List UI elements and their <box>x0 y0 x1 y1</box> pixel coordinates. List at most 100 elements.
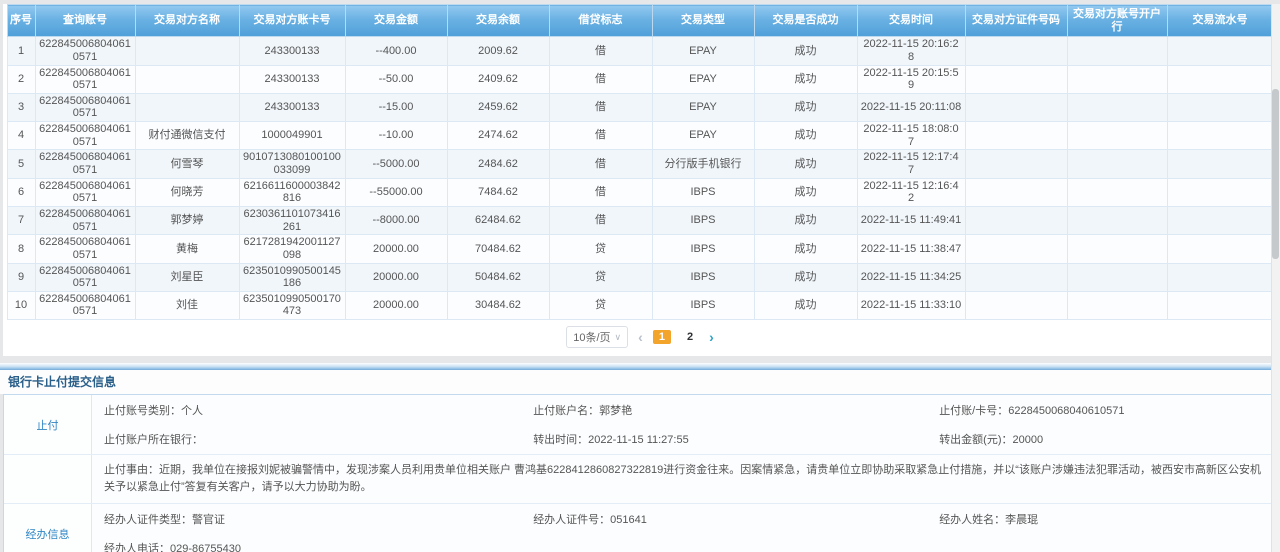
cell: 62484.62 <box>447 206 549 234</box>
cell: 3 <box>7 93 35 121</box>
cell <box>1167 235 1273 263</box>
cell: 50484.62 <box>447 263 549 291</box>
cell: 6235010990500145186 <box>239 263 345 291</box>
column-header: 借贷标志 <box>549 5 652 37</box>
transactions-section: 序号 查询账号 交易对方名称 交易对方账卡号 交易金额 交易余额 借贷标志 交易… <box>3 4 1277 356</box>
field-transfer-amount: 转出金额(元)：20000 <box>939 431 1264 447</box>
column-header: 交易对方证件号码 <box>965 5 1067 37</box>
page-number-1[interactable]: 1 <box>653 330 671 344</box>
stop-payment-reason-text: 止付事由：近期，我单位在接报刘妮被骗警情中，发现涉案人员利用贵单位相关账户 曹鸿… <box>92 455 1276 503</box>
cell <box>1067 206 1167 234</box>
cell <box>965 150 1067 178</box>
table-row: 26228450068040610571243300133--50.002409… <box>7 65 1273 93</box>
cell: 2022-11-15 11:49:41 <box>857 206 965 234</box>
cell <box>965 65 1067 93</box>
cell: 2022-11-15 20:11:08 <box>857 93 965 121</box>
column-header: 交易流水号 <box>1167 5 1273 37</box>
cell: 借 <box>549 178 652 206</box>
cell: 成功 <box>754 235 857 263</box>
stop-payment-fields-row: 止付 止付账号类别：个人 止付账户名：郭梦艳 止付账/卡号：6228450068… <box>4 395 1276 455</box>
cell <box>1167 122 1273 150</box>
cell: IBPS <box>652 206 754 234</box>
cell <box>135 65 239 93</box>
cell <box>1067 93 1167 121</box>
cell <box>965 263 1067 291</box>
field-account-type: 止付账号类别：个人 <box>104 402 533 418</box>
cell: EPAY <box>652 93 754 121</box>
zhifu-label: 止付 <box>4 395 92 454</box>
cell: --400.00 <box>345 37 447 65</box>
cell <box>965 37 1067 65</box>
cell: --15.00 <box>345 93 447 121</box>
cell: 6217281942001127098 <box>239 235 345 263</box>
cell: 成功 <box>754 263 857 291</box>
section-divider-bar <box>0 363 1280 370</box>
cell: 2022-11-15 12:16:42 <box>857 178 965 206</box>
field-operator-phone: 经办人电话：029-86755430 <box>104 540 533 552</box>
cell: 2022-11-15 11:38:47 <box>857 235 965 263</box>
stop-payment-section-title: 银行卡止付提交信息 <box>0 370 1280 394</box>
cell: 1000049901 <box>239 122 345 150</box>
cell: 9 <box>7 263 35 291</box>
cell <box>1067 122 1167 150</box>
cell: 2009.62 <box>447 37 549 65</box>
cell: 贷 <box>549 235 652 263</box>
cell: --5000.00 <box>345 150 447 178</box>
cell: EPAY <box>652 122 754 150</box>
cell: 20000.00 <box>345 291 447 319</box>
table-row: 66228450068040610571何晓芳62166116000038428… <box>7 178 1273 206</box>
page-number-2[interactable]: 2 <box>681 330 699 344</box>
cell: EPAY <box>652 37 754 65</box>
field-operator-cert-no: 经办人证件号：051641 <box>533 511 939 527</box>
table-header-row: 序号 查询账号 交易对方名称 交易对方账卡号 交易金额 交易余额 借贷标志 交易… <box>7 5 1273 37</box>
column-header: 查询账号 <box>35 5 135 37</box>
cell: --8000.00 <box>345 206 447 234</box>
cell: 20000.00 <box>345 235 447 263</box>
cell <box>965 235 1067 263</box>
cell: 6228450068040610571 <box>35 150 135 178</box>
reason-label-spacer <box>4 455 92 503</box>
field-account-bank: 止付账户所在银行： <box>104 431 533 447</box>
cell: 2 <box>7 65 35 93</box>
cell: 成功 <box>754 178 857 206</box>
cell <box>965 178 1067 206</box>
cell: 成功 <box>754 150 857 178</box>
cell: 2022-11-15 11:34:25 <box>857 263 965 291</box>
cell: IBPS <box>652 235 754 263</box>
cell: 2022-11-15 11:33:10 <box>857 291 965 319</box>
cell: 5 <box>7 150 35 178</box>
cell: 7 <box>7 206 35 234</box>
cell: 6230361101073416261 <box>239 206 345 234</box>
scrollbar-track[interactable] <box>1271 4 1280 552</box>
cell: 10 <box>7 291 35 319</box>
cell: 6228450068040610571 <box>35 263 135 291</box>
field-operator-name: 经办人姓名：李晨琨 <box>939 511 1264 527</box>
cell: 借 <box>549 150 652 178</box>
cell <box>1067 235 1167 263</box>
cell: 成功 <box>754 37 857 65</box>
cell <box>965 93 1067 121</box>
table-row: 46228450068040610571财付通微信支付1000049901--1… <box>7 122 1273 150</box>
stop-payment-reason-row: 止付事由：近期，我单位在接报刘妮被骗警情中，发现涉案人员利用贵单位相关账户 曹鸿… <box>4 455 1276 504</box>
scrollbar-thumb[interactable] <box>1272 89 1279 259</box>
cell: --10.00 <box>345 122 447 150</box>
cell: 成功 <box>754 122 857 150</box>
cell: 何晓芳 <box>135 178 239 206</box>
jingban-label: 经办信息 <box>4 504 92 552</box>
cell: 贷 <box>549 263 652 291</box>
cell: 4 <box>7 122 35 150</box>
cell: IBPS <box>652 178 754 206</box>
column-header: 序号 <box>7 5 35 37</box>
cell: 2022-11-15 18:08:07 <box>857 122 965 150</box>
cell: 6228450068040610571 <box>35 65 135 93</box>
cell: 243300133 <box>239 65 345 93</box>
cell: 6228450068040610571 <box>35 122 135 150</box>
next-page-button[interactable]: › <box>709 329 714 345</box>
stop-payment-panel: 止付 止付账号类别：个人 止付账户名：郭梦艳 止付账/卡号：6228450068… <box>3 394 1277 552</box>
cell: 2484.62 <box>447 150 549 178</box>
cell: 成功 <box>754 93 857 121</box>
cell: 贷 <box>549 291 652 319</box>
page-size-select[interactable]: 10条/页 ∨ <box>566 326 628 348</box>
prev-page-button[interactable]: ‹ <box>638 329 643 345</box>
cell: 成功 <box>754 65 857 93</box>
